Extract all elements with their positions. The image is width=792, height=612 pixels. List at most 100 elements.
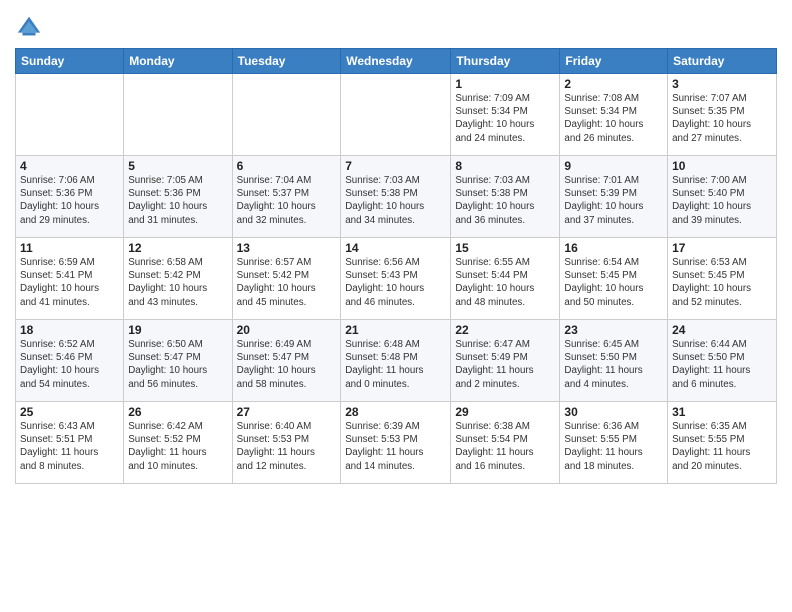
- calendar-cell: 9Sunrise: 7:01 AM Sunset: 5:39 PM Daylig…: [560, 156, 668, 238]
- day-number: 31: [672, 405, 772, 419]
- calendar-cell: 2Sunrise: 7:08 AM Sunset: 5:34 PM Daylig…: [560, 74, 668, 156]
- page: SundayMondayTuesdayWednesdayThursdayFrid…: [0, 0, 792, 612]
- day-number: 2: [564, 77, 663, 91]
- calendar-cell: 31Sunrise: 6:35 AM Sunset: 5:55 PM Dayli…: [668, 402, 777, 484]
- calendar-cell: 17Sunrise: 6:53 AM Sunset: 5:45 PM Dayli…: [668, 238, 777, 320]
- logo-icon: [15, 14, 43, 42]
- calendar-cell: 16Sunrise: 6:54 AM Sunset: 5:45 PM Dayli…: [560, 238, 668, 320]
- calendar-header-saturday: Saturday: [668, 49, 777, 74]
- day-info: Sunrise: 6:57 AM Sunset: 5:42 PM Dayligh…: [237, 256, 337, 309]
- calendar-cell: 7Sunrise: 7:03 AM Sunset: 5:38 PM Daylig…: [341, 156, 451, 238]
- day-number: 10: [672, 159, 772, 173]
- day-number: 21: [345, 323, 446, 337]
- calendar-cell: 4Sunrise: 7:06 AM Sunset: 5:36 PM Daylig…: [16, 156, 124, 238]
- calendar-cell: 26Sunrise: 6:42 AM Sunset: 5:52 PM Dayli…: [124, 402, 232, 484]
- day-number: 22: [455, 323, 555, 337]
- calendar-header-wednesday: Wednesday: [341, 49, 451, 74]
- day-info: Sunrise: 7:08 AM Sunset: 5:34 PM Dayligh…: [564, 92, 663, 145]
- day-info: Sunrise: 6:39 AM Sunset: 5:53 PM Dayligh…: [345, 420, 446, 473]
- day-info: Sunrise: 6:55 AM Sunset: 5:44 PM Dayligh…: [455, 256, 555, 309]
- day-info: Sunrise: 7:00 AM Sunset: 5:40 PM Dayligh…: [672, 174, 772, 227]
- day-number: 4: [20, 159, 119, 173]
- day-info: Sunrise: 7:03 AM Sunset: 5:38 PM Dayligh…: [455, 174, 555, 227]
- day-number: 30: [564, 405, 663, 419]
- day-number: 17: [672, 241, 772, 255]
- day-number: 9: [564, 159, 663, 173]
- day-info: Sunrise: 7:07 AM Sunset: 5:35 PM Dayligh…: [672, 92, 772, 145]
- day-number: 11: [20, 241, 119, 255]
- calendar-cell: 13Sunrise: 6:57 AM Sunset: 5:42 PM Dayli…: [232, 238, 341, 320]
- day-number: 15: [455, 241, 555, 255]
- day-info: Sunrise: 7:03 AM Sunset: 5:38 PM Dayligh…: [345, 174, 446, 227]
- calendar-week-3: 11Sunrise: 6:59 AM Sunset: 5:41 PM Dayli…: [16, 238, 777, 320]
- calendar-cell: 21Sunrise: 6:48 AM Sunset: 5:48 PM Dayli…: [341, 320, 451, 402]
- calendar-cell: 6Sunrise: 7:04 AM Sunset: 5:37 PM Daylig…: [232, 156, 341, 238]
- day-info: Sunrise: 6:36 AM Sunset: 5:55 PM Dayligh…: [564, 420, 663, 473]
- calendar-cell: 30Sunrise: 6:36 AM Sunset: 5:55 PM Dayli…: [560, 402, 668, 484]
- calendar-header-monday: Monday: [124, 49, 232, 74]
- calendar-cell: 28Sunrise: 6:39 AM Sunset: 5:53 PM Dayli…: [341, 402, 451, 484]
- calendar-week-4: 18Sunrise: 6:52 AM Sunset: 5:46 PM Dayli…: [16, 320, 777, 402]
- calendar-cell: 10Sunrise: 7:00 AM Sunset: 5:40 PM Dayli…: [668, 156, 777, 238]
- day-number: 26: [128, 405, 227, 419]
- calendar-cell: 25Sunrise: 6:43 AM Sunset: 5:51 PM Dayli…: [16, 402, 124, 484]
- day-number: 23: [564, 323, 663, 337]
- calendar-cell: 18Sunrise: 6:52 AM Sunset: 5:46 PM Dayli…: [16, 320, 124, 402]
- calendar-cell: 24Sunrise: 6:44 AM Sunset: 5:50 PM Dayli…: [668, 320, 777, 402]
- day-info: Sunrise: 6:48 AM Sunset: 5:48 PM Dayligh…: [345, 338, 446, 391]
- day-number: 13: [237, 241, 337, 255]
- day-info: Sunrise: 6:49 AM Sunset: 5:47 PM Dayligh…: [237, 338, 337, 391]
- calendar-cell: 15Sunrise: 6:55 AM Sunset: 5:44 PM Dayli…: [451, 238, 560, 320]
- day-number: 18: [20, 323, 119, 337]
- calendar-cell: 27Sunrise: 6:40 AM Sunset: 5:53 PM Dayli…: [232, 402, 341, 484]
- day-info: Sunrise: 7:01 AM Sunset: 5:39 PM Dayligh…: [564, 174, 663, 227]
- calendar-cell: 3Sunrise: 7:07 AM Sunset: 5:35 PM Daylig…: [668, 74, 777, 156]
- day-info: Sunrise: 7:06 AM Sunset: 5:36 PM Dayligh…: [20, 174, 119, 227]
- day-info: Sunrise: 7:04 AM Sunset: 5:37 PM Dayligh…: [237, 174, 337, 227]
- day-info: Sunrise: 6:56 AM Sunset: 5:43 PM Dayligh…: [345, 256, 446, 309]
- calendar-header-row: SundayMondayTuesdayWednesdayThursdayFrid…: [16, 49, 777, 74]
- calendar-cell: 19Sunrise: 6:50 AM Sunset: 5:47 PM Dayli…: [124, 320, 232, 402]
- calendar-cell: [124, 74, 232, 156]
- day-number: 6: [237, 159, 337, 173]
- day-number: 12: [128, 241, 227, 255]
- day-info: Sunrise: 6:54 AM Sunset: 5:45 PM Dayligh…: [564, 256, 663, 309]
- day-info: Sunrise: 7:09 AM Sunset: 5:34 PM Dayligh…: [455, 92, 555, 145]
- day-info: Sunrise: 6:43 AM Sunset: 5:51 PM Dayligh…: [20, 420, 119, 473]
- calendar-cell: [16, 74, 124, 156]
- day-number: 25: [20, 405, 119, 419]
- day-number: 16: [564, 241, 663, 255]
- day-number: 20: [237, 323, 337, 337]
- day-info: Sunrise: 6:59 AM Sunset: 5:41 PM Dayligh…: [20, 256, 119, 309]
- day-info: Sunrise: 6:44 AM Sunset: 5:50 PM Dayligh…: [672, 338, 772, 391]
- calendar-cell: 8Sunrise: 7:03 AM Sunset: 5:38 PM Daylig…: [451, 156, 560, 238]
- day-number: 1: [455, 77, 555, 91]
- calendar-cell: [341, 74, 451, 156]
- header: [15, 10, 777, 42]
- calendar-cell: 23Sunrise: 6:45 AM Sunset: 5:50 PM Dayli…: [560, 320, 668, 402]
- calendar-cell: 22Sunrise: 6:47 AM Sunset: 5:49 PM Dayli…: [451, 320, 560, 402]
- day-info: Sunrise: 6:45 AM Sunset: 5:50 PM Dayligh…: [564, 338, 663, 391]
- day-number: 24: [672, 323, 772, 337]
- day-info: Sunrise: 6:47 AM Sunset: 5:49 PM Dayligh…: [455, 338, 555, 391]
- day-number: 5: [128, 159, 227, 173]
- calendar-week-1: 1Sunrise: 7:09 AM Sunset: 5:34 PM Daylig…: [16, 74, 777, 156]
- calendar-header-thursday: Thursday: [451, 49, 560, 74]
- calendar-week-2: 4Sunrise: 7:06 AM Sunset: 5:36 PM Daylig…: [16, 156, 777, 238]
- calendar-header-friday: Friday: [560, 49, 668, 74]
- day-info: Sunrise: 6:42 AM Sunset: 5:52 PM Dayligh…: [128, 420, 227, 473]
- day-number: 28: [345, 405, 446, 419]
- calendar-cell: 12Sunrise: 6:58 AM Sunset: 5:42 PM Dayli…: [124, 238, 232, 320]
- logo: [15, 14, 45, 42]
- calendar-cell: [232, 74, 341, 156]
- calendar-header-tuesday: Tuesday: [232, 49, 341, 74]
- calendar-cell: 20Sunrise: 6:49 AM Sunset: 5:47 PM Dayli…: [232, 320, 341, 402]
- calendar-cell: 11Sunrise: 6:59 AM Sunset: 5:41 PM Dayli…: [16, 238, 124, 320]
- day-info: Sunrise: 6:38 AM Sunset: 5:54 PM Dayligh…: [455, 420, 555, 473]
- day-number: 14: [345, 241, 446, 255]
- day-number: 7: [345, 159, 446, 173]
- calendar-cell: 5Sunrise: 7:05 AM Sunset: 5:36 PM Daylig…: [124, 156, 232, 238]
- day-info: Sunrise: 6:53 AM Sunset: 5:45 PM Dayligh…: [672, 256, 772, 309]
- calendar-week-5: 25Sunrise: 6:43 AM Sunset: 5:51 PM Dayli…: [16, 402, 777, 484]
- calendar-cell: 29Sunrise: 6:38 AM Sunset: 5:54 PM Dayli…: [451, 402, 560, 484]
